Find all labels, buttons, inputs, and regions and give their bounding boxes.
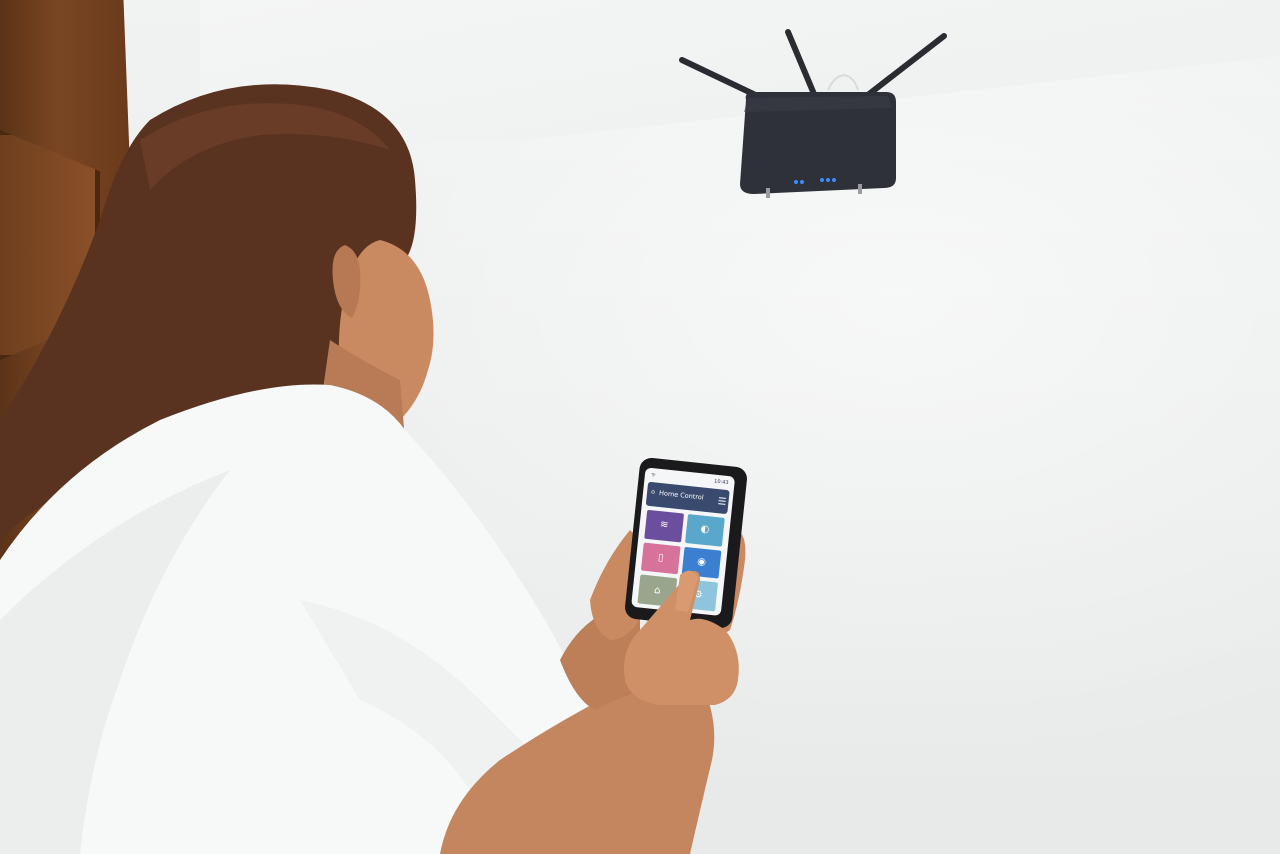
signal-icon: ᯤ	[650, 471, 656, 479]
tile-camera[interactable]: ◉	[681, 546, 722, 579]
hamburger-menu-icon[interactable]	[718, 497, 726, 505]
home-icon: ⌂	[650, 488, 656, 496]
garage-icon: ⌂	[653, 584, 662, 597]
settings-icon: ⚙	[693, 588, 704, 601]
phone-screen[interactable]: ᯤ 10:43 ⌂ Home Control ≋ ◐ ▯ ◉ ⌂ ⚙	[631, 467, 736, 617]
tile-settings[interactable]: ⚙	[678, 579, 719, 612]
tile-lightbulb[interactable]: ◐	[685, 514, 725, 547]
door-icon: ▯	[657, 552, 665, 564]
photo-scene: ᯤ 10:43 ⌂ Home Control ≋ ◐ ▯ ◉ ⌂ ⚙	[0, 0, 1280, 854]
tile-garage[interactable]: ⌂	[637, 574, 678, 608]
app-title: Home Control	[658, 488, 705, 502]
status-time: 10:43	[713, 478, 729, 487]
lightbulb-icon: ◐	[700, 523, 710, 536]
air-conditioner-icon: ≋	[659, 519, 669, 532]
eye-camera-icon: ◉	[696, 556, 707, 569]
tile-air-conditioner[interactable]: ≋	[644, 509, 685, 543]
control-tile-grid: ≋ ◐ ▯ ◉ ⌂ ⚙	[637, 509, 725, 612]
smartphone: ᯤ 10:43 ⌂ Home Control ≋ ◐ ▯ ◉ ⌂ ⚙	[623, 456, 749, 630]
app-header: ⌂ Home Control	[645, 481, 730, 515]
woman	[0, 0, 1280, 854]
woman-illustration	[0, 84, 746, 854]
tile-door[interactable]: ▯	[640, 542, 681, 575]
